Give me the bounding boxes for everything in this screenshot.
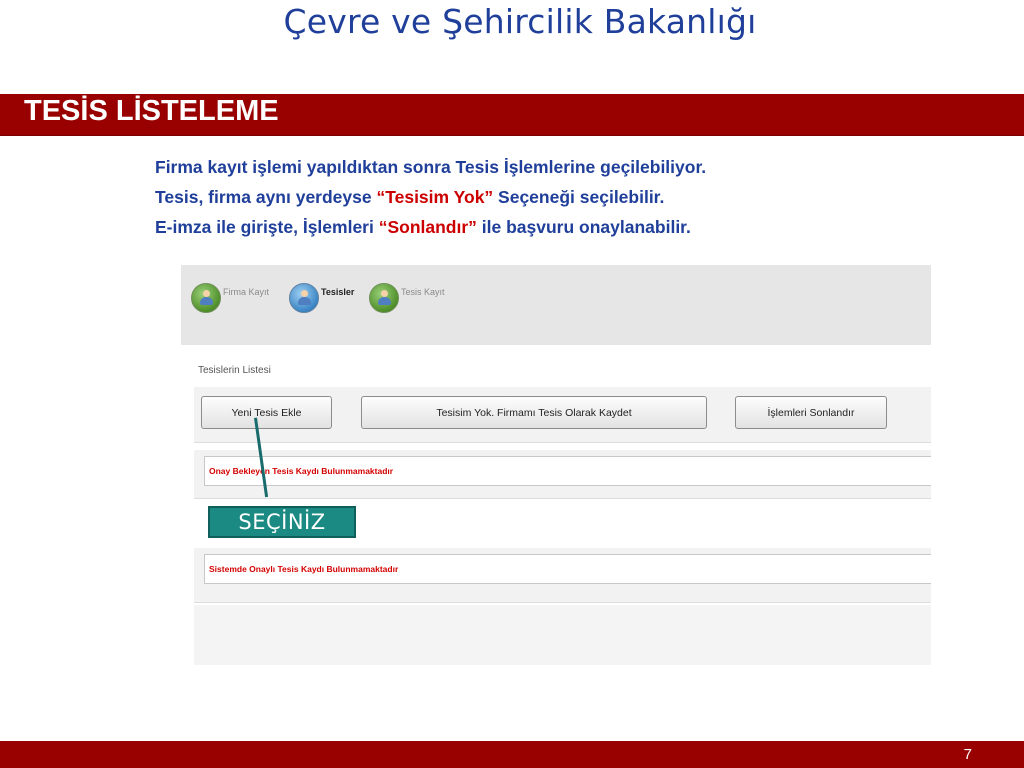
- bottom-strip: [194, 605, 931, 665]
- page-number: 7: [963, 746, 972, 763]
- instruction-line-2-start: Tesis, firma aynı yerdeyse: [155, 187, 377, 207]
- tab-label: Firma Kayıt: [223, 287, 270, 297]
- button-row: Yeni Tesis Ekle Tesisim Yok. Firmamı Tes…: [194, 387, 931, 443]
- footer-band: 7: [0, 741, 1024, 768]
- approved-records-message: Sistemde Onaylı Tesis Kaydı Bulunmamakta…: [209, 564, 399, 574]
- instruction-line-2: Tesis, firma aynı yerdeyse “Tesisim Yok”…: [155, 182, 915, 212]
- user-icon: [369, 283, 399, 313]
- instruction-line-3: E-imza ile girişte, İşlemleri “Sonlandır…: [155, 212, 915, 242]
- slide-title: Çevre ve Şehircilik Bakanlığı: [283, 2, 757, 41]
- tab-label: Tesis Kayıt: [401, 287, 445, 297]
- instruction-line-3-start: E-imza ile girişte, İşlemleri: [155, 217, 379, 237]
- approved-records-box: Sistemde Onaylı Tesis Kaydı Bulunmamakta…: [204, 554, 931, 584]
- finish-button[interactable]: İşlemleri Sonlandır: [735, 396, 887, 429]
- tab-bar: Firma Kayıt Tesisler Tesis Kayıt: [181, 265, 931, 345]
- list-title: Tesislerin Listesi: [198, 365, 271, 376]
- quote-tesisim-yok: “Tesisim Yok”: [376, 187, 494, 207]
- user-icon: [289, 283, 319, 313]
- user-icon: [191, 283, 221, 313]
- select-callout: SEÇİNİZ: [208, 506, 356, 538]
- new-facility-button[interactable]: Yeni Tesis Ekle: [201, 396, 332, 429]
- instruction-line-2-end: Seçeneği seçilebilir.: [493, 187, 665, 207]
- instruction-line-1: Firma kayıt işlemi yapıldıktan sonra Tes…: [155, 157, 707, 177]
- instruction-line-3-end: ile başvuru onaylanabilir.: [476, 217, 691, 237]
- approved-records-panel: Sistemde Onaylı Tesis Kaydı Bulunmamakta…: [194, 548, 931, 603]
- quote-sonlandir: “Sonlandır”: [378, 217, 477, 237]
- section-title: TESİS LİSTELEME: [24, 95, 279, 127]
- embedded-screenshot: Firma Kayıt Tesisler Tesis Kayıt Tesisle…: [181, 265, 931, 665]
- section-header-band: TESİS LİSTELEME: [0, 94, 1024, 136]
- pending-records-box: Onay Bekleyen Tesis Kaydı Bulunmamaktadı…: [204, 456, 931, 486]
- pending-records-panel: Onay Bekleyen Tesis Kaydı Bulunmamaktadı…: [194, 450, 931, 499]
- instruction-text: Firma kayıt işlemi yapıldıktan sonra Tes…: [155, 152, 915, 242]
- pending-records-message: Onay Bekleyen Tesis Kaydı Bulunmamaktadı…: [209, 466, 394, 476]
- tab-label: Tesisler: [321, 287, 355, 297]
- no-facility-button[interactable]: Tesisim Yok. Firmamı Tesis Olarak Kaydet: [361, 396, 707, 429]
